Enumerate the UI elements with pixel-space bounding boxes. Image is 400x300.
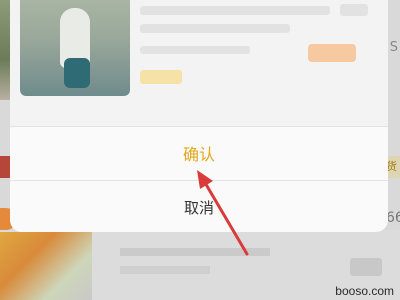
product-thumbnail: [20, 0, 130, 96]
thumbnail-figure-lower: [64, 58, 90, 88]
background-list-subtitle: [120, 266, 210, 274]
confirm-button[interactable]: 确认: [10, 128, 388, 178]
product-title-line-1: [140, 6, 330, 15]
divider-top: [10, 126, 388, 127]
background-left-tag: [0, 156, 10, 178]
background-list-title: [120, 248, 270, 256]
product-title-line-2: [140, 24, 290, 33]
confirm-dialog: 确认 取消: [10, 0, 388, 232]
watermark: booso.com: [335, 284, 394, 298]
divider-middle: [10, 180, 388, 181]
product-summary: [10, 0, 388, 126]
price-badge: [308, 44, 356, 62]
background-list-image: [0, 232, 92, 300]
cancel-button[interactable]: 取消: [10, 182, 388, 232]
product-close-area: [340, 4, 368, 16]
background-right-number: 66: [386, 210, 400, 226]
background-list-button: [350, 258, 382, 276]
background-right-char: S: [389, 40, 398, 55]
background-right-tag: 货: [386, 156, 400, 178]
promo-tag: [140, 70, 182, 84]
product-meta-line: [140, 46, 250, 54]
